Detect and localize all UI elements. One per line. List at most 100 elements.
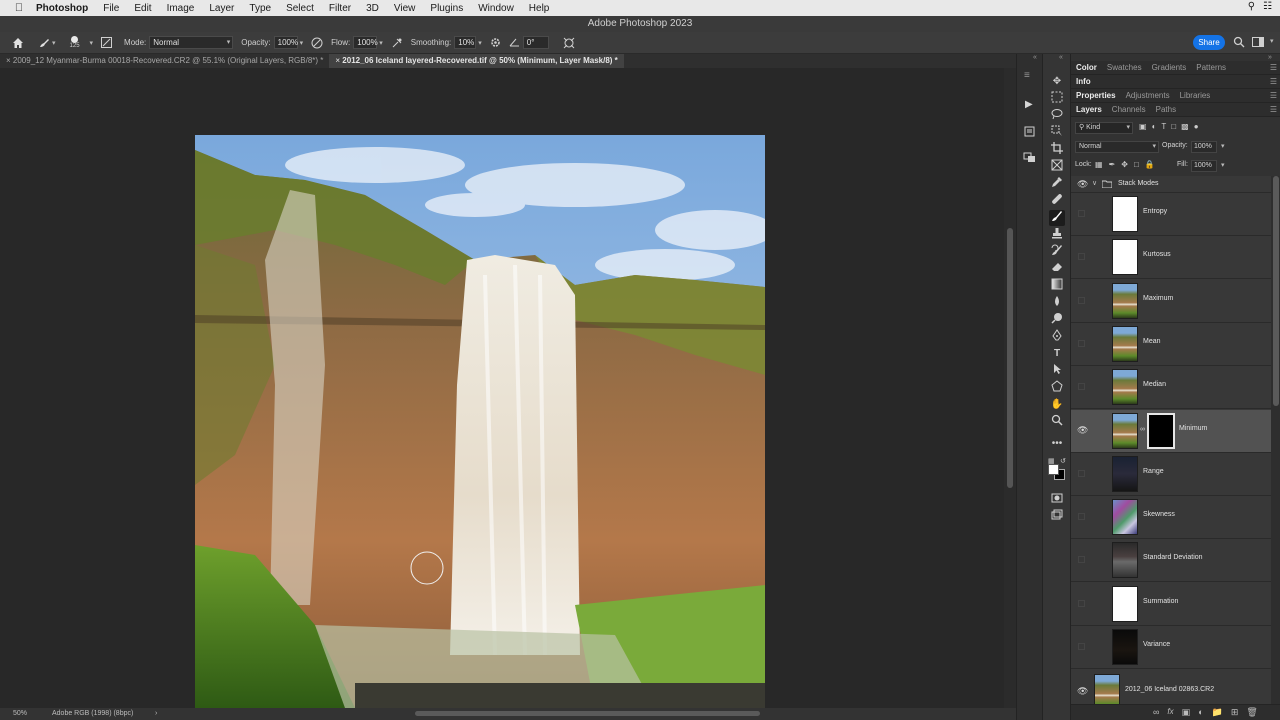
history-icon[interactable]	[1024, 126, 1035, 140]
new-group-icon[interactable]: 📁	[1212, 707, 1223, 718]
panel-menu-icon[interactable]: ☰	[1270, 63, 1277, 72]
pressure-opacity-icon[interactable]	[311, 37, 323, 49]
panel-menu-icon[interactable]: ☰	[1270, 91, 1277, 100]
share-button[interactable]: Share	[1193, 35, 1225, 50]
workspace-icon[interactable]	[1252, 36, 1265, 50]
mask-link-icon[interactable]: ∞	[1140, 426, 1145, 433]
actions-play-icon[interactable]: ▶	[1025, 99, 1033, 110]
collapse-arrows-icon[interactable]: »	[1268, 54, 1272, 61]
horizontal-scroll-thumb[interactable]	[415, 711, 760, 716]
foreground-color-swatch[interactable]	[1048, 464, 1059, 475]
panel-menu-icon[interactable]: ☰	[1270, 77, 1277, 86]
layer-thumbnail[interactable]	[1112, 629, 1138, 665]
brush-tool-preset-icon[interactable]: ▾	[38, 37, 56, 49]
lock-image-icon[interactable]: ✒	[1109, 160, 1116, 169]
zoom-level[interactable]: 50%	[13, 708, 27, 720]
menu-photoshop[interactable]: Photoshop	[36, 3, 88, 14]
brush-angle-input[interactable]: 0°	[522, 36, 549, 49]
collapse-arrows-icon[interactable]: «	[1033, 54, 1037, 61]
canvas-area[interactable]	[0, 68, 1004, 708]
visibility-toggle[interactable]	[1078, 469, 1085, 477]
tab-info[interactable]: Info	[1071, 75, 1096, 88]
eye-icon[interactable]: 👁	[1077, 686, 1088, 696]
document-profile[interactable]: Adobe RGB (1998) (8bpc)	[52, 708, 133, 720]
grip-icon[interactable]: ≡	[1024, 70, 1030, 81]
brush-angle-icon[interactable]: 0°	[509, 36, 549, 49]
filter-adjustment-icon[interactable]: ◐	[1152, 122, 1157, 131]
layer-thumbnail[interactable]	[1112, 585, 1138, 622]
menu-layer[interactable]: Layer	[209, 3, 234, 14]
collapse-arrows-icon[interactable]: «	[1059, 54, 1063, 61]
blend-mode-select[interactable]: Normal ▾	[1075, 141, 1159, 153]
layer-group-row[interactable]: 👁 ∨ Stack Modes	[1071, 176, 1271, 193]
layer-thumbnail[interactable]	[1112, 455, 1138, 492]
tab-libraries[interactable]: Libraries	[1175, 89, 1216, 102]
layer-thumbnail[interactable]	[1112, 499, 1138, 536]
lock-all-icon[interactable]: 🔒	[1145, 160, 1155, 169]
menu-3d[interactable]: 3D	[366, 3, 379, 14]
panel-menu-icon[interactable]: ☰	[1270, 105, 1277, 114]
visibility-toggle[interactable]	[1078, 556, 1085, 564]
visibility-toggle[interactable]	[1078, 210, 1085, 217]
layer-thumbnail[interactable]	[1112, 282, 1138, 319]
spotlight-search-icon[interactable]: ⚲	[1248, 1, 1255, 12]
layer-thumbnail[interactable]	[1112, 542, 1138, 579]
menu-plugins[interactable]: Plugins	[430, 3, 463, 14]
crop-tool-icon[interactable]	[1049, 142, 1065, 158]
layer-row[interactable]: Range	[1071, 453, 1271, 496]
filter-type-icon[interactable]: T	[1161, 122, 1166, 131]
tab-iceland-document[interactable]: × 2012_06 Iceland layered-Recovered.tif …	[329, 54, 624, 68]
search-icon[interactable]	[1233, 36, 1245, 50]
mode-select[interactable]: Normal ▾	[149, 36, 234, 49]
tab-color[interactable]: Color	[1071, 61, 1102, 74]
layer-mask-thumbnail[interactable]	[1147, 412, 1175, 449]
blur-tool-icon[interactable]	[1049, 295, 1065, 311]
filter-shape-icon[interactable]: □	[1171, 122, 1176, 131]
layer-opacity-input[interactable]: 100%	[1191, 141, 1217, 153]
background-layer-row[interactable]: 👁 2012_06 Iceland 02863.CR2	[1071, 671, 1271, 704]
tab-adjustments[interactable]: Adjustments	[1121, 89, 1175, 102]
eraser-tool-icon[interactable]	[1049, 261, 1065, 277]
document-image[interactable]	[195, 135, 765, 708]
filter-smart-object-icon[interactable]: ▩	[1181, 122, 1189, 131]
visibility-toggle[interactable]	[1078, 599, 1085, 607]
vertical-scrollbar[interactable]	[1004, 68, 1016, 708]
tab-gradients[interactable]: Gradients	[1147, 61, 1192, 74]
lasso-tool-icon[interactable]	[1049, 108, 1065, 124]
adjustment-layer-icon[interactable]: ◐	[1198, 707, 1203, 718]
flow-input[interactable]: 100%	[353, 36, 378, 49]
menu-image[interactable]: Image	[167, 3, 195, 14]
eyedropper-tool-icon[interactable]	[1049, 176, 1065, 192]
smoothing-input[interactable]: 10%	[454, 36, 477, 49]
filter-pixel-icon[interactable]: ▣	[1139, 122, 1147, 131]
layer-thumbnail[interactable]	[1112, 369, 1138, 406]
layer-thumbnail[interactable]	[1112, 412, 1138, 449]
frame-tool-icon[interactable]	[1049, 159, 1065, 175]
object-selection-tool-icon[interactable]	[1049, 125, 1065, 141]
chevron-down-icon[interactable]: ▾	[478, 39, 482, 47]
layer-row[interactable]: 👁 ∞ Minimum	[1071, 409, 1271, 453]
brush-size-picker[interactable]: 125	[70, 36, 80, 49]
menu-help[interactable]: Help	[529, 3, 550, 14]
zoom-tool-icon[interactable]	[1049, 414, 1065, 430]
visibility-toggle[interactable]	[1078, 253, 1085, 261]
brush-tool-icon[interactable]	[1049, 210, 1065, 226]
layer-thumbnail[interactable]	[1112, 196, 1138, 232]
pen-tool-icon[interactable]	[1049, 329, 1065, 345]
chevron-down-icon[interactable]: ▾	[1270, 37, 1274, 45]
tab-paths[interactable]: Paths	[1151, 103, 1181, 116]
clone-stamp-tool-icon[interactable]	[1049, 227, 1065, 243]
menu-view[interactable]: View	[394, 3, 416, 14]
tab-properties[interactable]: Properties	[1071, 89, 1121, 102]
pressure-size-icon[interactable]	[563, 37, 575, 49]
tab-layers[interactable]: Layers	[1071, 103, 1107, 116]
layer-row[interactable]: Mean	[1071, 323, 1271, 366]
quick-mask-icon[interactable]	[1049, 492, 1065, 508]
eye-icon[interactable]: 👁	[1077, 179, 1088, 190]
more-tools-icon[interactable]: •••	[1049, 436, 1065, 452]
lock-artboard-icon[interactable]: □	[1134, 160, 1139, 169]
chevron-down-icon[interactable]: ▾	[90, 39, 94, 47]
brush-settings-icon[interactable]	[101, 37, 113, 48]
layers-scrollbar[interactable]	[1271, 176, 1280, 704]
layer-row[interactable]: Kurtosus	[1071, 236, 1271, 280]
